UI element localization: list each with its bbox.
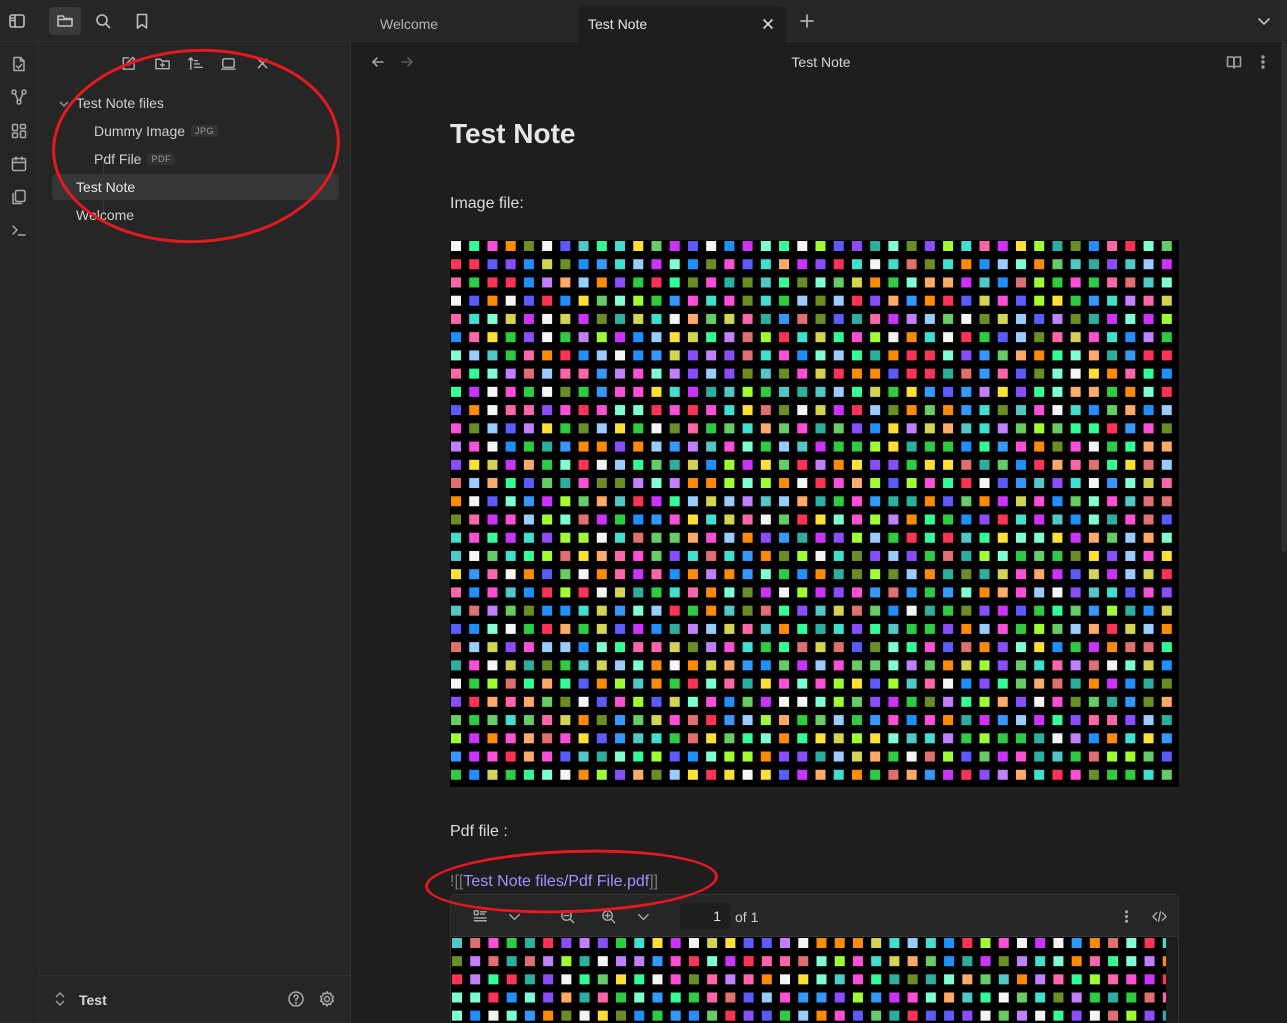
pdf-toolbar: 1 of 1 <box>451 895 1178 937</box>
embed-link-line[interactable]: ![[Test Note files/Pdf File.pdf]] <box>450 873 658 891</box>
embed-bracket-open: ![[ <box>450 873 464 890</box>
outline-icon[interactable] <box>469 905 491 927</box>
tree-folder-test-note-files[interactable]: Test Note files <box>52 90 339 116</box>
pdf-pixel-grid <box>452 938 1166 1021</box>
page-number-input[interactable]: 1 <box>680 903 730 929</box>
terminal-icon[interactable] <box>5 216 33 244</box>
embed-bracket-close: ]] <box>649 873 659 890</box>
bookmark-icon[interactable] <box>128 7 156 35</box>
embedded-image <box>450 240 1179 787</box>
more-options-icon[interactable] <box>1252 51 1274 73</box>
chevron-down-icon[interactable] <box>503 905 525 927</box>
file-type-badge: JPG <box>191 125 219 137</box>
collapse-icon[interactable] <box>249 50 275 76</box>
pdf-page-render <box>451 937 1166 1023</box>
tree-item-label: Dummy Image <box>94 123 186 139</box>
tab-label: Test Note <box>588 16 648 32</box>
reading-view-icon[interactable] <box>1223 51 1245 73</box>
explorer-actions <box>39 50 351 78</box>
editor-view: Test Note Test Note Image file: Pdf file… <box>351 42 1287 1023</box>
page-total: of 1 <box>735 909 759 925</box>
chevron-down-icon <box>58 97 70 109</box>
graph-icon[interactable] <box>5 83 33 111</box>
view-header-title[interactable]: Test Note <box>351 54 1287 70</box>
chevron-down-icon[interactable] <box>1250 7 1278 35</box>
pdf-embed: 1 of 1 <box>450 894 1179 1023</box>
templates-icon[interactable] <box>5 183 33 211</box>
settings-icon[interactable] <box>316 988 338 1010</box>
pdf-label: Pdf file : <box>450 823 508 840</box>
internal-link[interactable]: Test Note files/Pdf File.pdf <box>463 873 649 890</box>
tree-file-test-note[interactable]: Test Note <box>52 174 339 200</box>
tab-label: Welcome <box>380 16 439 32</box>
note-heading: Test Note <box>450 118 576 149</box>
image-pixel-grid <box>451 241 1172 780</box>
plus-icon[interactable] <box>793 7 821 35</box>
new-note-icon[interactable] <box>115 50 141 76</box>
obsidian-app: Welcome Test Note Test Note files Dummy … <box>0 0 1287 1023</box>
chevron-down-icon[interactable] <box>632 905 654 927</box>
vault-name[interactable]: Test <box>79 992 107 1008</box>
tree-file-pdf-file[interactable]: Pdf File PDF <box>52 146 339 172</box>
search-icon[interactable] <box>89 7 117 35</box>
zoom-in-icon[interactable] <box>597 905 619 927</box>
scrollbar[interactable] <box>1281 42 1287 552</box>
open-quick-switcher-icon[interactable] <box>5 50 33 78</box>
tree-file-welcome[interactable]: Welcome <box>52 202 339 228</box>
zoom-out-icon[interactable] <box>556 905 578 927</box>
folder-icon[interactable] <box>49 7 81 35</box>
help-icon[interactable] <box>285 988 307 1010</box>
tree-item-label: Pdf File <box>94 151 142 167</box>
image-label: Image file: <box>450 195 524 212</box>
file-type-badge: PDF <box>147 153 175 165</box>
sort-icon[interactable] <box>182 50 208 76</box>
auto-reveal-icon[interactable] <box>215 50 241 76</box>
tab-welcome[interactable]: Welcome <box>352 6 578 42</box>
calendar-icon[interactable] <box>5 150 33 178</box>
tree-item-label: Welcome <box>76 207 135 223</box>
sidebar-toggle-icon[interactable] <box>3 7 31 35</box>
tree-file-dummy-image[interactable]: Dummy Image JPG <box>52 118 339 144</box>
vault-switch-icon[interactable] <box>53 990 71 1008</box>
tree-item-label: Test Note <box>76 179 136 195</box>
code-icon[interactable] <box>1148 905 1170 927</box>
file-explorer: Test Note files Dummy Image JPG Pdf File… <box>39 42 351 1023</box>
new-folder-icon[interactable] <box>149 50 175 76</box>
title-bar: Welcome Test Note <box>0 0 1287 42</box>
close-icon[interactable] <box>758 14 778 34</box>
more-options-icon[interactable] <box>1115 905 1137 927</box>
ribbon <box>0 42 39 1023</box>
tab-test-note[interactable]: Test Note <box>578 6 786 42</box>
sidebar-footer: Test <box>39 975 351 1023</box>
canvas-icon[interactable] <box>5 117 33 145</box>
